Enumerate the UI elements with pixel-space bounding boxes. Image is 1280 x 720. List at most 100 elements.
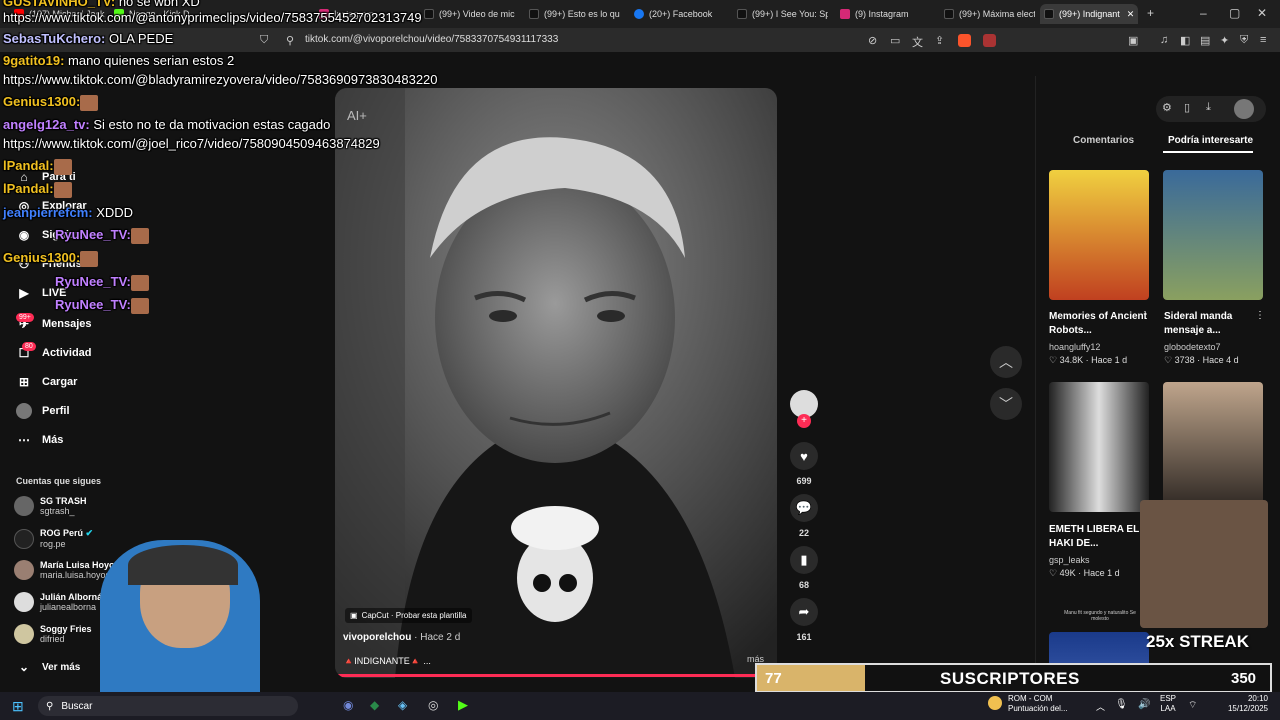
more-options-icon[interactable]: ⋮ [1255, 310, 1265, 321]
capcut-link[interactable]: ▣ CapCut · Probar esta plantilla [345, 608, 472, 623]
music-icon[interactable]: ♫ [1160, 34, 1168, 46]
tab-label: (99+) Video de micki [439, 9, 515, 19]
maximize-button[interactable]: ▢ [1229, 6, 1240, 20]
following-item[interactable]: Soggy Fries difried [14, 624, 92, 644]
minimize-button[interactable]: – [1200, 6, 1207, 20]
phone-icon[interactable]: ▯ [1184, 101, 1190, 114]
suggested-thumbnail[interactable] [1049, 170, 1149, 300]
suggested-thumbnail[interactable] [1163, 382, 1263, 512]
share-button[interactable]: ➦ [790, 598, 818, 626]
rewards-icon[interactable] [983, 34, 996, 47]
share-icon[interactable]: ⇪ [935, 34, 944, 47]
following-item[interactable]: Julián Alborná julianealborna [14, 592, 102, 612]
tiktok-icon [529, 9, 539, 19]
language-indicator[interactable]: ESP LAA [1160, 694, 1176, 714]
suggested-user[interactable]: gsp_leaks [1049, 555, 1090, 565]
sidebar-item-cargar[interactable]: ⊞ Cargar [16, 374, 78, 390]
video-author[interactable]: vivoporelchou [343, 632, 411, 643]
next-video-button[interactable]: ﹀ [990, 388, 1022, 420]
suggested-user[interactable]: globodetexto7 [1164, 342, 1221, 352]
obs-icon[interactable]: ◎ [428, 698, 438, 712]
tab-6[interactable]: (20+) Facebook [630, 4, 725, 24]
see-more-button[interactable]: ⌄ Ver más [16, 659, 80, 675]
chat-user: 9gatito19: [3, 53, 65, 68]
vpn-icon[interactable]: ⛨ [1240, 34, 1248, 47]
chevron-down-icon: ﹀ [999, 396, 1013, 412]
screen-icon[interactable]: ▭ [890, 34, 900, 47]
tab-7[interactable]: (99+) I See You: Spri [733, 4, 828, 24]
chat-message: https://www.tiktok.com/@bladyramirezyove… [3, 72, 438, 87]
windows-start-icon[interactable]: ⊞ [12, 698, 24, 715]
tab-4[interactable]: (99+) Video de micki [420, 4, 515, 24]
chat-user: RyuNee_TV: [55, 297, 131, 312]
reader-icon[interactable]: ◧ [1180, 34, 1190, 47]
user-avatar[interactable] [1234, 99, 1254, 119]
ai-icon[interactable]: ✦ [1220, 34, 1229, 47]
tracking-icon[interactable]: ⊘ [868, 34, 877, 47]
more-options-icon[interactable]: ⋮ [1140, 310, 1150, 321]
like-button[interactable]: ♥ [790, 442, 818, 470]
volume-icon[interactable]: 🔊 [1138, 699, 1150, 710]
wallet-icon[interactable]: ▤ [1200, 34, 1210, 47]
suggested-thumbnail[interactable] [1049, 382, 1149, 512]
following-item[interactable]: SG TRASH sgtrash_ [14, 496, 87, 516]
chat-user: lPandal: [3, 158, 54, 173]
comment-count: 22 [798, 528, 809, 538]
suggested-title[interactable]: Sideral manda mensaje a... [1164, 310, 1264, 338]
webcam-headset [128, 545, 238, 585]
mic-icon[interactable]: 🎙 [1115, 699, 1128, 710]
follow-plus-icon[interactable]: + [797, 414, 811, 428]
tab-comments[interactable]: Comentarios [1073, 135, 1134, 146]
suggested-title[interactable]: EMETH LIBERA EL HAKI DE... [1049, 523, 1149, 551]
subscriber-label: SUSCRIPTORES [940, 669, 1080, 688]
chevron-down-icon: ⌄ [18, 660, 30, 674]
clock[interactable]: 20:10 15/12/2025 [1222, 694, 1268, 714]
url-field[interactable]: tiktok.com/@vivoporelchou/video/75833707… [305, 34, 558, 45]
save-button[interactable]: ▮ [790, 546, 818, 574]
game-widget[interactable]: ROM - COM Puntuación del... [1008, 694, 1068, 714]
brave-shield-icon[interactable] [958, 34, 971, 47]
tab-suggested[interactable]: Podría interesarte [1168, 135, 1253, 146]
prev-video-button[interactable]: ︿ [990, 346, 1022, 378]
close-window-button[interactable]: ✕ [1257, 6, 1267, 20]
steam-icon[interactable]: ◈ [398, 698, 407, 712]
new-tab-button[interactable]: + [1147, 6, 1154, 20]
bookmark-icon[interactable]: ⛉ [260, 34, 268, 47]
suggested-thumbnail[interactable] [1163, 170, 1263, 300]
tab-9[interactable]: (99+) Máxima electr [940, 4, 1035, 24]
video-frame [335, 88, 777, 678]
app-icon[interactable]: ◆ [370, 698, 379, 712]
menu-icon[interactable]: ≡ [1260, 34, 1266, 46]
download-icon[interactable]: ⤓ [1206, 101, 1211, 114]
following-item[interactable]: ROG Perú ✔ rog.pe [14, 528, 93, 549]
sidebar-item-mas[interactable]: ⋯ Más [16, 432, 63, 448]
discord-icon[interactable]: ◉ [343, 698, 353, 712]
chat-text: mano quienes serian estos 2 [64, 53, 235, 68]
reaction-meme-image [1140, 500, 1268, 628]
progress-bar[interactable] [335, 674, 777, 677]
chevron-up-icon: ︿ [999, 354, 1013, 370]
wifi-icon[interactable]: ⌔ [1188, 699, 1197, 712]
tab-5[interactable]: (99+) Esto es lo que [525, 4, 620, 24]
account-name: María Luisa Hoyos [40, 560, 120, 570]
chat-message: SebasTuKchero: OLA PEDE [3, 31, 173, 46]
gear-icon[interactable]: ⚙ [1162, 101, 1172, 114]
chat-emote [80, 94, 99, 111]
translate-icon[interactable]: 文 [912, 34, 923, 50]
suggested-user[interactable]: hoangluffy12 [1049, 342, 1100, 352]
site-info-icon[interactable]: ⚲ [286, 34, 294, 47]
subscriber-goal: 350 [1231, 670, 1257, 687]
chat-text: XDDD [92, 205, 134, 220]
sidebar-toggle-icon[interactable]: ▣ [1128, 34, 1138, 47]
sidebar-item-perfil[interactable]: Perfil [16, 403, 70, 419]
suggested-title[interactable]: Memories of Ancient Robots... [1049, 310, 1149, 338]
tab-8[interactable]: (9) Instagram [836, 4, 931, 24]
video-player[interactable]: AI+ ▣ CapCut · Probar esta plantilla vivo… [335, 88, 777, 678]
tab-active[interactable]: (99+) Indignant ✕ [1040, 4, 1138, 24]
play-icon[interactable]: ▶ [458, 697, 468, 713]
taskbar-search[interactable]: ⚲ Buscar [38, 696, 298, 716]
comment-button[interactable]: 💬 [790, 494, 818, 522]
close-tab-icon[interactable]: ✕ [1127, 9, 1135, 20]
activity-badge: 80 [22, 342, 36, 351]
tray-expand-icon[interactable]: ︿ [1096, 700, 1105, 713]
